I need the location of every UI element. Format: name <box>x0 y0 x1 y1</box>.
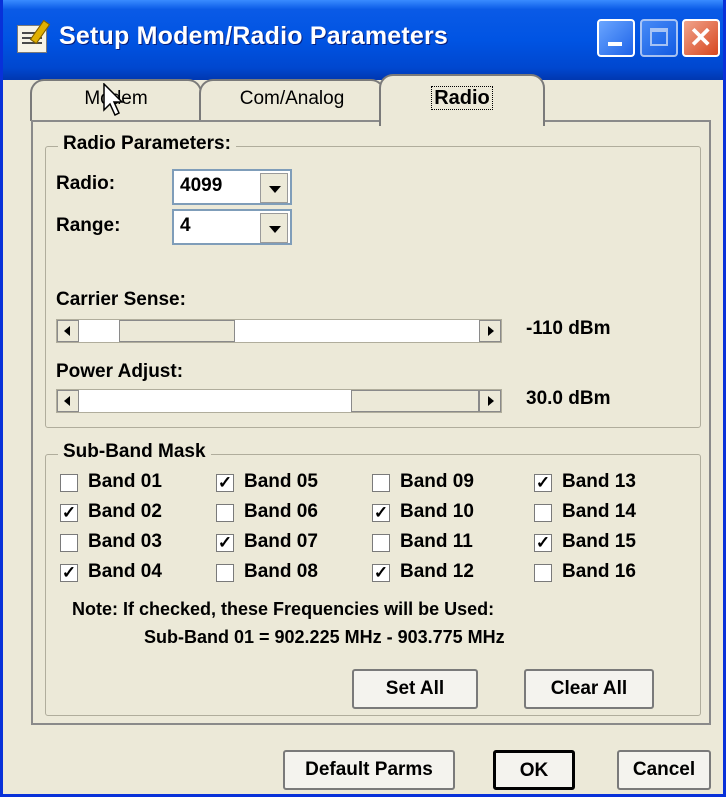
band-checkbox[interactable]: ✓ <box>60 504 78 522</box>
band-label[interactable]: Band 03 <box>88 531 162 553</box>
band-checkbox[interactable] <box>372 534 390 552</box>
setup-dialog: Setup Modem/Radio Parameters ✕ Modem Com… <box>0 0 726 797</box>
band-label[interactable]: Band 09 <box>400 471 474 493</box>
band-label[interactable]: Band 04 <box>88 561 162 583</box>
clear-all-button[interactable]: Clear All <box>524 669 654 709</box>
close-icon: ✕ <box>689 22 713 53</box>
band-checkbox[interactable] <box>534 504 552 522</box>
scroll-left-icon[interactable] <box>57 320 79 342</box>
band-label[interactable]: Band 15 <box>562 531 636 553</box>
band-label[interactable]: Band 08 <box>244 561 318 583</box>
scroll-right-icon[interactable] <box>479 390 501 412</box>
minimize-button[interactable] <box>597 19 635 57</box>
cancel-button[interactable]: Cancel <box>617 750 711 790</box>
band-checkbox[interactable] <box>60 534 78 552</box>
band-checkbox[interactable]: ✓ <box>216 474 234 492</box>
radio-select[interactable]: 4099 <box>172 169 292 205</box>
window-title: Setup Modem/Radio Parameters <box>59 22 449 50</box>
band-checkbox[interactable]: ✓ <box>534 474 552 492</box>
band-label[interactable]: Band 13 <box>562 471 636 493</box>
scroll-right-icon[interactable] <box>479 320 501 342</box>
band-label[interactable]: Band 16 <box>562 561 636 583</box>
carrier-sense-label: Carrier Sense: <box>56 289 186 310</box>
close-button[interactable]: ✕ <box>682 19 720 57</box>
scroll-left-icon[interactable] <box>57 390 79 412</box>
sub-band-mask-title: Sub-Band Mask <box>58 441 211 463</box>
carrier-sense-slider[interactable] <box>56 319 502 343</box>
maximize-button[interactable] <box>640 19 678 57</box>
range-select-value: 4 <box>180 215 191 236</box>
band-checkbox[interactable] <box>60 474 78 492</box>
band-label[interactable]: Band 14 <box>562 501 636 523</box>
chevron-down-icon[interactable] <box>260 213 288 243</box>
band-checkbox[interactable] <box>216 504 234 522</box>
carrier-sense-value: -110 dBm <box>526 318 611 339</box>
band-label[interactable]: Band 06 <box>244 501 318 523</box>
band-label[interactable]: Band 11 <box>400 531 473 553</box>
power-adjust-slider[interactable] <box>56 389 502 413</box>
power-adjust-thumb[interactable] <box>351 390 479 412</box>
radio-parameters-title: Radio Parameters: <box>58 133 236 155</box>
maximize-icon <box>650 28 668 46</box>
frequency-note: Note: If checked, these Frequencies will… <box>72 599 495 619</box>
radio-label: Radio: <box>56 173 116 194</box>
minimize-icon <box>608 42 622 46</box>
set-all-button[interactable]: Set All <box>352 669 478 709</box>
band-checkbox[interactable]: ✓ <box>534 534 552 552</box>
radio-tab-panel: Radio Parameters: Radio: 4099 Range: 4 C… <box>31 120 711 725</box>
chevron-down-icon[interactable] <box>260 173 288 203</box>
title-bar[interactable]: Setup Modem/Radio Parameters ✕ <box>3 0 723 80</box>
band-checkbox[interactable] <box>534 564 552 582</box>
tab-com-analog[interactable]: Com/Analog <box>199 79 385 121</box>
band-checkbox[interactable]: ✓ <box>372 504 390 522</box>
range-select[interactable]: 4 <box>172 209 292 245</box>
band-checkbox[interactable] <box>372 474 390 492</box>
band-label[interactable]: Band 05 <box>244 471 318 493</box>
tab-join <box>381 118 543 124</box>
frequency-range-note: Sub-Band 01 = 902.225 MHz - 903.775 MHz <box>144 627 505 647</box>
range-label: Range: <box>56 215 121 236</box>
band-checkbox[interactable]: ✓ <box>216 534 234 552</box>
carrier-sense-thumb[interactable] <box>119 320 235 342</box>
band-checkbox[interactable]: ✓ <box>60 564 78 582</box>
power-adjust-value: 30.0 dBm <box>526 388 611 409</box>
band-label[interactable]: Band 07 <box>244 531 318 553</box>
notepad-icon <box>17 25 47 53</box>
tab-radio-label: Radio <box>431 86 493 110</box>
band-label[interactable]: Band 01 <box>88 471 162 493</box>
sub-band-mask-group: Sub-Band Mask Note: If checked, these Fr… <box>45 441 701 716</box>
band-checkbox[interactable]: ✓ <box>372 564 390 582</box>
radio-parameters-group: Radio Parameters: Radio: 4099 Range: 4 C… <box>45 133 701 428</box>
ok-button[interactable]: OK <box>493 750 575 790</box>
band-label[interactable]: Band 10 <box>400 501 474 523</box>
default-parms-button[interactable]: Default Parms <box>283 750 455 790</box>
band-checkbox[interactable] <box>216 564 234 582</box>
band-label[interactable]: Band 02 <box>88 501 162 523</box>
power-adjust-label: Power Adjust: <box>56 361 184 382</box>
radio-select-value: 4099 <box>180 175 223 196</box>
band-label[interactable]: Band 12 <box>400 561 474 583</box>
